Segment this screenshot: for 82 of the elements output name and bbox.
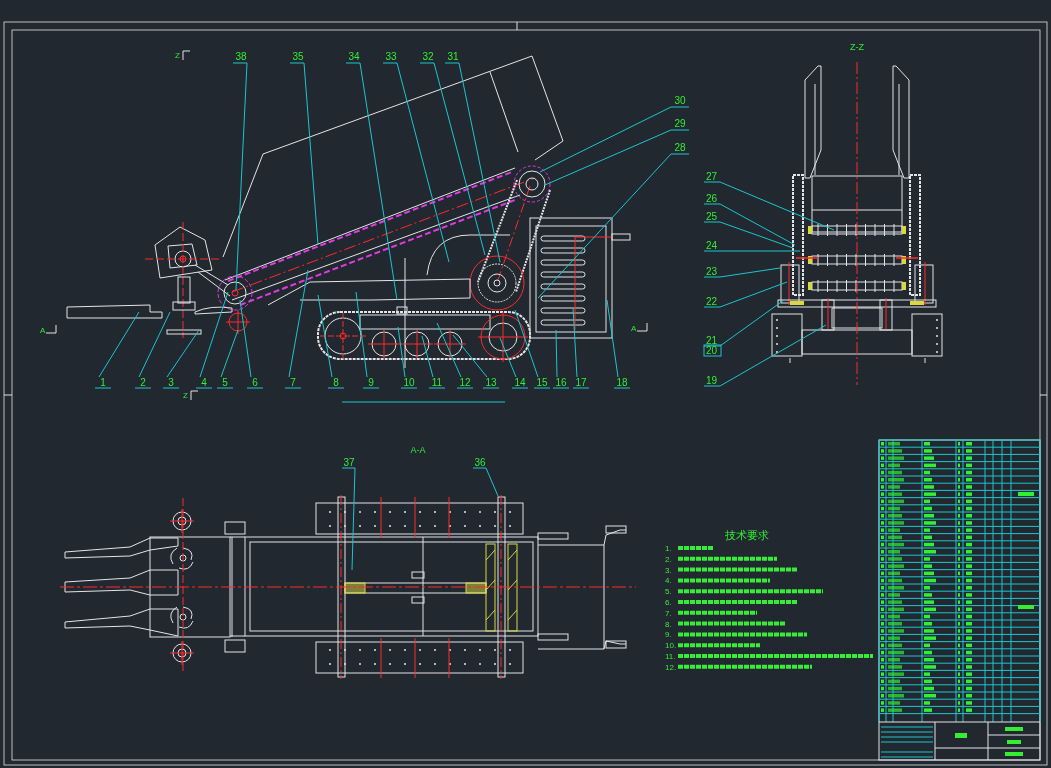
part-number-label: 13 (485, 377, 497, 388)
part-number-label: 29 (674, 118, 686, 129)
part-number-label: 34 (348, 51, 360, 62)
leader-line (327, 387, 345, 389)
part-number-label: 24 (706, 240, 718, 251)
part-number-label: 36 (474, 457, 486, 468)
leader-line (162, 387, 180, 389)
part-number-label: 37 (343, 457, 355, 468)
requirement-number: 5. (665, 587, 672, 597)
part-number-label: 7 (290, 377, 296, 388)
leader-line (511, 387, 529, 389)
part-number-label: 6 (252, 377, 258, 388)
part-number-label: 15 (536, 377, 548, 388)
leader-line (436, 322, 462, 378)
part-number-label: 19 (706, 375, 718, 386)
requirement-number: 2. (665, 554, 672, 564)
leader-line (397, 326, 406, 378)
leader-line (134, 387, 152, 389)
requirement-number: 9. (665, 630, 672, 640)
section-mark-label: A (40, 326, 46, 335)
leader-line (452, 334, 488, 378)
part-number-label: 17 (575, 377, 587, 388)
part-number-label: 38 (235, 51, 247, 62)
section-mark-label: A (631, 324, 637, 333)
leader-line (472, 467, 499, 497)
part-number-label: 2 (140, 377, 146, 388)
leader-line (216, 387, 234, 389)
part-number-label: 27 (706, 171, 718, 182)
part-number-label: 23 (706, 266, 718, 277)
part-number-label: 21 (706, 335, 718, 346)
leader-line (456, 387, 474, 389)
part-number-label: 4 (201, 377, 207, 388)
leader-line (195, 387, 213, 389)
leader-line (572, 387, 590, 389)
part-number-label: 14 (514, 377, 526, 388)
part-number-label: 28 (674, 142, 686, 153)
part-number-label: 26 (706, 193, 718, 204)
part-number-label: 18 (616, 377, 628, 388)
part-number-label: 1 (100, 377, 106, 388)
leader-line (94, 387, 112, 389)
part-number-label: 35 (292, 51, 304, 62)
part-number-label: 5 (222, 377, 228, 388)
part-number-label: 31 (447, 51, 459, 62)
leader-line (572, 307, 578, 378)
requirement-number: 10. (665, 641, 677, 651)
part-number-label: 22 (706, 296, 718, 307)
view-title: A-A (410, 445, 426, 455)
part-number-label: 30 (674, 95, 686, 106)
requirements-title: 技术要求 (725, 529, 769, 541)
boxed-part-number: 20 (703, 344, 722, 357)
leader-line (362, 387, 380, 389)
requirement-number: 12. (665, 662, 677, 672)
part-number-label: 25 (706, 211, 718, 222)
part-number-label: 33 (385, 51, 397, 62)
section-mark-label: Z (183, 391, 188, 400)
part-number-label: 3 (168, 377, 174, 388)
requirement-number: 8. (665, 619, 672, 629)
part-number-label: 12 (459, 377, 471, 388)
leader-line (246, 387, 264, 389)
part-number-label: 10 (403, 377, 415, 388)
leader-line (428, 387, 446, 389)
leader-line (400, 387, 418, 389)
leader-line (138, 311, 171, 378)
leader-line (98, 311, 140, 378)
view-title: Z-Z (850, 42, 864, 52)
leader-line (421, 335, 434, 378)
part-number-label: 8 (333, 377, 339, 388)
leader-line (555, 329, 558, 378)
requirement-number: 4. (665, 576, 672, 586)
requirement-number: 3. (665, 565, 672, 575)
section-mark-label: Z (175, 51, 180, 60)
requirement-number: 1. (665, 544, 672, 553)
requirement-number: 6. (665, 598, 672, 607)
part-number-label: 16 (555, 377, 567, 388)
leader-line (482, 387, 500, 389)
part-number-label: 11 (431, 377, 443, 388)
leader-line (613, 387, 631, 389)
leader-line (284, 387, 302, 389)
part-number-label: 32 (422, 51, 434, 62)
part-number-label: 9 (368, 377, 374, 388)
requirement-number: 11. (665, 652, 676, 661)
requirement-number: 7. (665, 608, 672, 618)
